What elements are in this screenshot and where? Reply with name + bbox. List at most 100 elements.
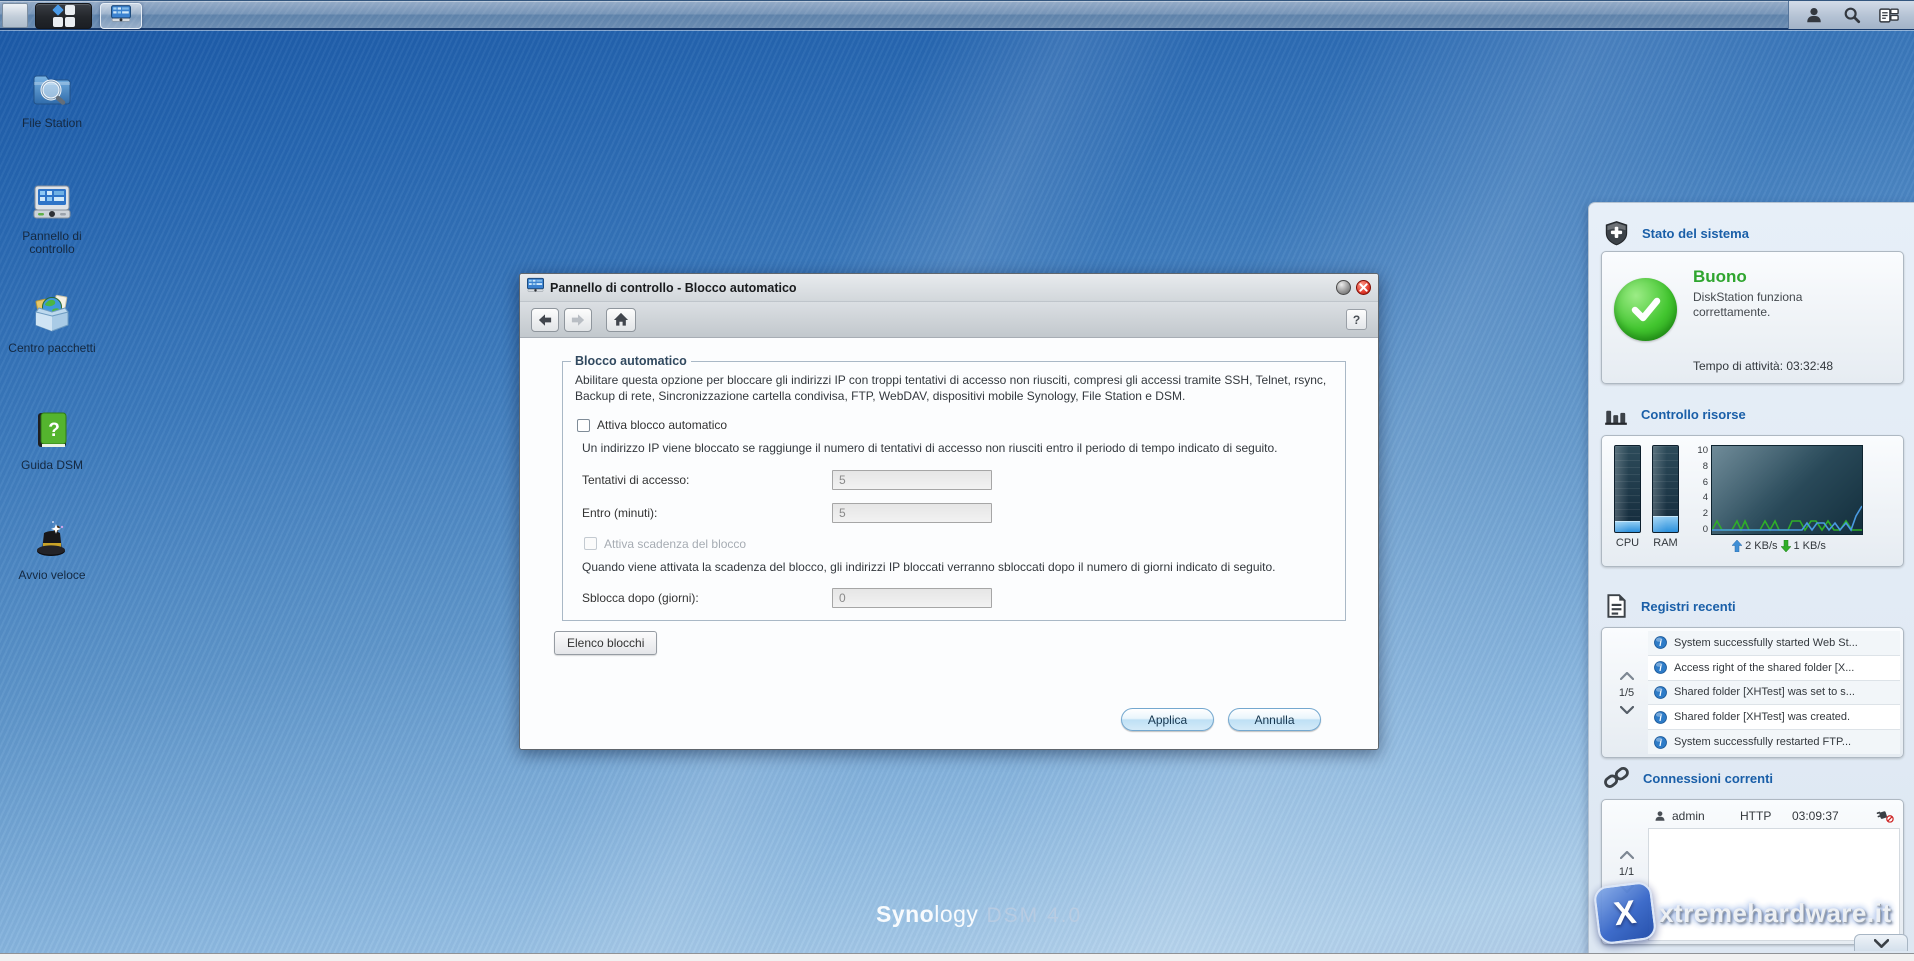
main-menu-icon <box>51 4 75 27</box>
status-badge: Buono <box>1693 267 1747 286</box>
graph-plot-area <box>1711 445 1863 535</box>
home-button[interactable] <box>606 307 636 332</box>
magic-hat-icon <box>29 518 75 564</box>
window-titlebar[interactable]: Pannello di controllo - Blocco automatic… <box>520 274 1378 302</box>
bar-chart-icon <box>1605 410 1627 425</box>
disconnect-icon[interactable] <box>1876 809 1894 823</box>
desktop-icon-package-center[interactable]: Centro pacchetti <box>0 291 104 355</box>
attempts-row: Tentativi di accesso: <box>582 469 1333 490</box>
auto-block-fieldset: Blocco automatico Abilitare questa opzio… <box>562 354 1346 621</box>
file-station-icon <box>29 66 75 112</box>
help-button[interactable]: ? <box>1346 309 1367 330</box>
page-up-icon[interactable] <box>1619 851 1634 859</box>
within-input <box>832 502 992 523</box>
section-title: Connessioni correnti <box>1643 770 1774 786</box>
connection-row: admin HTTP 03:09:37 <box>1648 803 1900 828</box>
connection-user: admin <box>1672 808 1705 823</box>
taskbar-tray <box>1788 1 1914 29</box>
main-menu-button[interactable] <box>35 3 92 29</box>
chain-link-icon <box>1604 766 1629 788</box>
logs-pager: 1/5 <box>1605 631 1648 754</box>
window-content: Blocco automatico Abilitare questa opzio… <box>520 339 1378 749</box>
cancel-button[interactable]: Annulla <box>1228 708 1321 731</box>
page-down-icon[interactable] <box>1619 705 1634 714</box>
attempts-label: Tentativi di accesso: <box>582 472 690 487</box>
desktop-icon-dsm-help[interactable]: ? Guida DSM <box>0 408 104 472</box>
window-title: Pannello di controllo - Blocco automatic… <box>550 280 797 295</box>
ram-meter: RAM <box>1652 445 1679 560</box>
auto-block-hint: Un indirizzo IP viene bloccato se raggiu… <box>582 441 1278 455</box>
block-list-button[interactable]: Elenco blocchi <box>554 631 658 655</box>
enable-auto-block-row: Attiva blocco automatico <box>577 418 1333 432</box>
expiry-hint: Quando viene attivata la scadenza del bl… <box>582 559 1276 574</box>
forward-button <box>564 307 592 332</box>
apply-button[interactable]: Applica <box>1121 708 1214 731</box>
desktop-icon-label: Avvio veloce <box>18 568 86 582</box>
logs-page-indicator: 1/5 <box>1618 686 1635 699</box>
show-desktop-handle[interactable] <box>2 3 28 28</box>
desktop-icon-label: File Station <box>21 116 83 130</box>
ram-label: RAM <box>1653 537 1678 549</box>
within-row: Entro (minuti): <box>582 502 1333 523</box>
cpu-label: CPU <box>1615 537 1640 549</box>
close-icon <box>1359 283 1368 292</box>
close-button[interactable] <box>1356 280 1371 295</box>
minimize-button[interactable] <box>1336 280 1351 295</box>
info-icon: i <box>1654 636 1667 650</box>
panel-collapse-tab[interactable] <box>1854 934 1908 951</box>
resource-monitor-header: Controllo risorse <box>1603 400 1746 428</box>
within-label: Entro (minuti): <box>582 505 658 520</box>
connection-protocol: HTTP <box>1740 808 1772 823</box>
help-book-icon: ? <box>29 408 75 454</box>
unblock-row: Sblocca dopo (giorni): <box>582 588 1333 608</box>
xtremehardware-text: xtremehardware.it <box>1659 897 1892 928</box>
page-up-icon[interactable] <box>1619 671 1634 680</box>
log-row: i Access right of the shared folder [X..… <box>1648 655 1900 681</box>
info-icon: i <box>1654 735 1667 749</box>
info-icon: i <box>1654 686 1667 699</box>
resource-monitor-card: CPU RAM 10 8 6 4 2 0 2 KB/s 1 KB/s <box>1601 435 1904 567</box>
fieldset-legend: Blocco automatico <box>575 354 687 368</box>
connections-header: Connessioni correnti <box>1603 764 1773 792</box>
uptime-text: Tempo di attività: 03:32:48 <box>1693 359 1834 373</box>
log-row: i System successfully started Web St... <box>1648 631 1900 656</box>
connection-time: 03:09:37 <box>1792 808 1839 823</box>
upload-rate: 2 KB/s <box>1745 540 1778 552</box>
auto-block-description: Abilitare questa opzione per bloccare gl… <box>575 373 1327 403</box>
user-icon[interactable] <box>1801 4 1827 26</box>
pilot-view-icon[interactable] <box>1876 4 1902 26</box>
widget-panel: Stato del sistema Buono DiskStation funz… <box>1588 202 1914 961</box>
desktop-icon-label: Centro pacchetti <box>8 341 96 355</box>
upload-arrow-icon <box>1732 540 1743 552</box>
desktop-icon-file-station[interactable]: File Station <box>0 66 104 130</box>
back-button[interactable] <box>531 307 559 332</box>
section-title: Stato del sistema <box>1642 225 1749 241</box>
enable-auto-block-checkbox[interactable] <box>577 418 590 432</box>
connections-page-indicator: 1/1 <box>1618 866 1635 878</box>
user-icon <box>1655 810 1665 821</box>
recent-logs-header: Registri recenti <box>1603 592 1736 620</box>
system-health-header: Stato del sistema <box>1603 219 1749 247</box>
dialog-actions: Applica Annulla <box>1121 708 1321 731</box>
control-panel-icon <box>111 5 131 27</box>
graph-y-axis: 10 8 6 4 2 0 <box>1697 445 1708 535</box>
desktop-icon-label: Guida DSM <box>20 458 84 472</box>
desktop-icon-control-panel[interactable]: Pannello di controllo <box>0 179 104 256</box>
desktop-icon-quick-start[interactable]: Avvio veloce <box>0 518 104 582</box>
search-icon[interactable] <box>1839 4 1865 26</box>
taskbar-item-control-panel[interactable] <box>100 3 142 29</box>
back-arrow-icon <box>538 313 552 326</box>
synology-watermark: Synology DSM 4.0 <box>876 901 1083 927</box>
download-arrow-icon <box>1780 540 1791 552</box>
section-title: Controllo risorse <box>1641 406 1746 422</box>
status-ok-icon <box>1614 278 1677 341</box>
chevron-down-icon <box>1873 938 1889 948</box>
status-description: DiskStation funziona correttamente. <box>1693 290 1803 319</box>
shield-health-icon <box>1605 220 1628 245</box>
desktop: File Station Pannello di controllo Centr… <box>0 0 1914 961</box>
package-center-icon <box>29 291 75 337</box>
log-row: i Shared folder [XHTest] was created. <box>1648 705 1900 731</box>
unblock-label: Sblocca dopo (giorni): <box>582 591 699 605</box>
info-icon: i <box>1654 710 1667 724</box>
attempts-input <box>832 469 992 490</box>
